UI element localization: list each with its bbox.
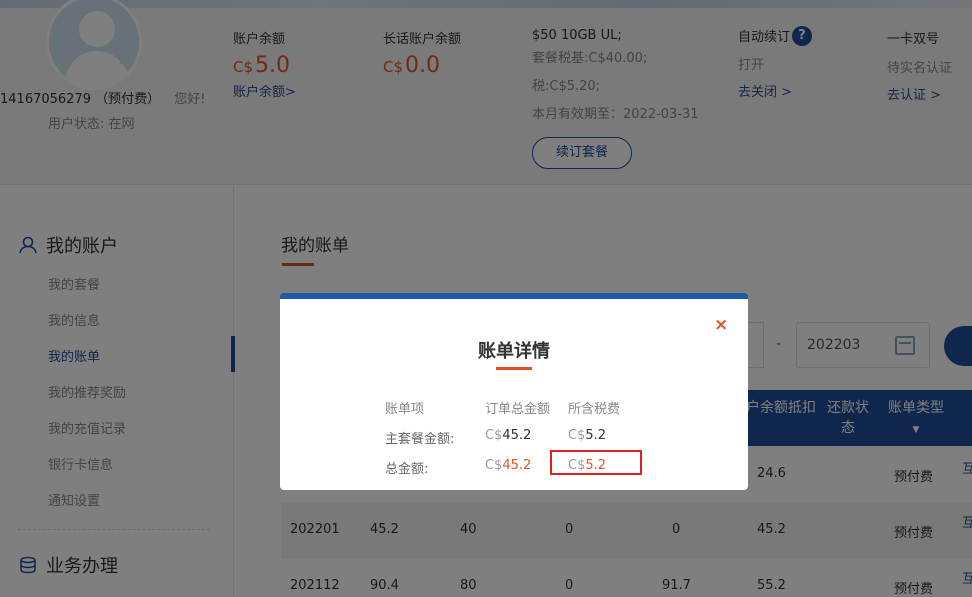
tax-highlight-box <box>550 450 642 475</box>
bill-detail-modal: × 账单详情 账单项 订单总金额 所含税费 主套餐金额: C$45.2 C$5.… <box>280 293 748 490</box>
detail-header-tax: 所含税费 <box>568 402 621 417</box>
currency-label: C$ <box>568 428 586 443</box>
detail-header-item: 账单项 <box>385 402 425 417</box>
modal-title: 账单详情 <box>478 341 550 362</box>
currency-label: C$ <box>485 428 503 443</box>
detail-row-label: 总金额: <box>385 462 429 477</box>
detail-row-tax: C$5.2 <box>568 428 606 443</box>
currency-label: C$ <box>485 458 503 473</box>
detail-row-total: C$45.2 <box>485 458 531 473</box>
close-icon[interactable]: × <box>714 317 728 334</box>
detail-row-total: C$45.2 <box>485 428 531 443</box>
detail-header-total: 订单总金额 <box>485 402 551 417</box>
detail-tax-value: 5.2 <box>585 428 607 443</box>
detail-total-value: 45.2 <box>502 458 532 473</box>
detail-total-value: 45.2 <box>502 428 532 443</box>
modal-title-underline <box>496 367 532 370</box>
detail-row-label: 主套餐金额: <box>385 432 455 447</box>
